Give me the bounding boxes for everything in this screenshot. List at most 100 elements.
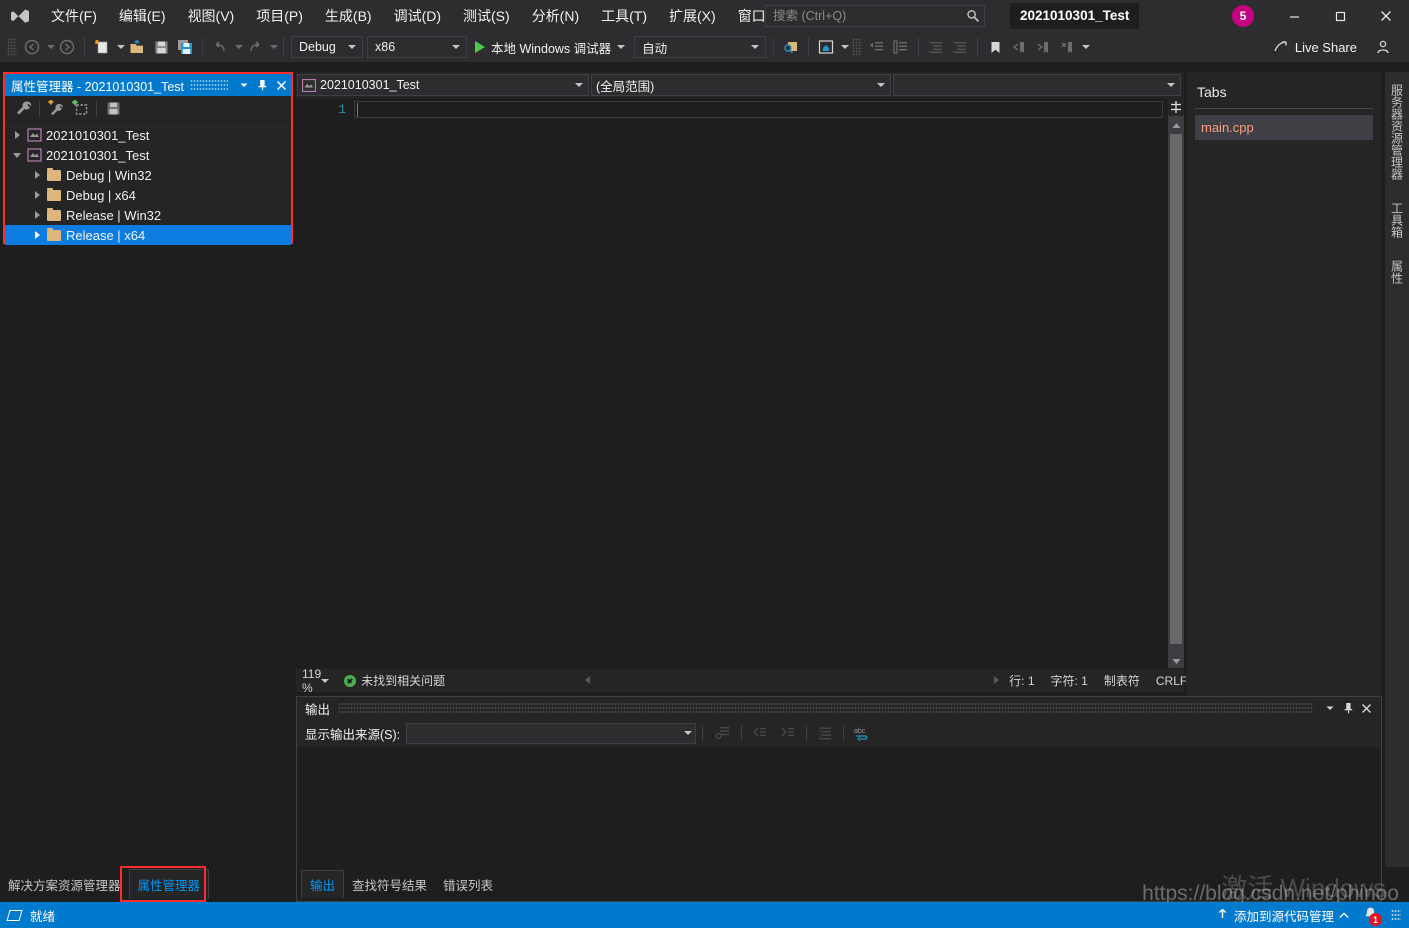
- split-view-icon[interactable]: [1168, 98, 1184, 116]
- redo-dropdown-icon[interactable]: [267, 36, 278, 58]
- save-icon[interactable]: [150, 36, 172, 58]
- add-new-property-sheet-icon[interactable]: [44, 98, 68, 120]
- start-debugging-button[interactable]: 本地 Windows 调试器: [473, 36, 632, 58]
- find-message-icon[interactable]: [712, 722, 734, 744]
- undo-dropdown-icon[interactable]: [232, 36, 243, 58]
- rail-tab-server-explorer[interactable]: 服务器资源管理器: [1386, 78, 1409, 186]
- chevron-right-icon[interactable]: [9, 131, 25, 139]
- chevron-up-icon[interactable]: [1339, 908, 1349, 922]
- output-source-combo[interactable]: [406, 722, 697, 744]
- menu-view[interactable]: 视图(V): [177, 0, 246, 32]
- notifications-button[interactable]: 1: [1359, 905, 1382, 926]
- decrease-indent-icon[interactable]: [925, 36, 947, 58]
- project-selector-combo[interactable]: 2021010301_Test: [297, 74, 589, 96]
- clear-all-icon[interactable]: [814, 722, 836, 744]
- chevron-down-icon[interactable]: [9, 152, 25, 158]
- member-selector-combo[interactable]: [893, 74, 1181, 96]
- editor-vertical-scrollbar[interactable]: [1168, 98, 1184, 668]
- tree-item-release-x64[interactable]: Release | x64: [5, 225, 291, 245]
- tree-item-debug-win32[interactable]: Debug | Win32: [5, 165, 291, 185]
- close-icon[interactable]: [272, 74, 291, 96]
- scope-selector-combo[interactable]: (全局范围): [591, 74, 891, 96]
- navigate-back-icon[interactable]: [21, 36, 43, 58]
- solution-configuration-combo[interactable]: Debug: [291, 36, 363, 58]
- home-icon[interactable]: [815, 36, 837, 58]
- find-in-files-icon[interactable]: [780, 36, 802, 58]
- send-feedback-icon[interactable]: [1372, 36, 1394, 58]
- window-dropdown-icon[interactable]: [234, 74, 253, 96]
- zoom-level-combo[interactable]: 119 %: [296, 667, 336, 695]
- next-bookmark-icon[interactable]: [1032, 36, 1054, 58]
- solution-platform-combo[interactable]: x86: [367, 36, 467, 58]
- navigate-forward-icon[interactable]: [56, 36, 78, 58]
- close-icon[interactable]: [1357, 697, 1375, 719]
- add-existing-property-sheet-icon[interactable]: [68, 98, 92, 120]
- uncomment-selection-icon[interactable]: [890, 36, 912, 58]
- pin-icon[interactable]: [1339, 697, 1357, 719]
- tree-item-debug-x64[interactable]: Debug | x64: [5, 185, 291, 205]
- menu-edit[interactable]: 编辑(E): [108, 0, 177, 32]
- tab-error-list[interactable]: 错误列表: [435, 871, 501, 898]
- comment-selection-icon[interactable]: [866, 36, 888, 58]
- search-input[interactable]: [773, 9, 966, 23]
- add-to-source-control-button[interactable]: 添加到源代码管理: [1216, 906, 1349, 925]
- tree-item-release-win32[interactable]: Release | Win32: [5, 205, 291, 225]
- new-file-dropdown-icon[interactable]: [114, 36, 125, 58]
- toolbar-overflow-icon[interactable]: [1079, 36, 1091, 58]
- clear-bookmarks-icon[interactable]: [1056, 36, 1078, 58]
- previous-issue-icon[interactable]: [583, 674, 592, 688]
- code-text-area[interactable]: [354, 98, 1168, 668]
- menu-analyze[interactable]: 分析(N): [521, 0, 590, 32]
- tab-find-symbol-results[interactable]: 查找符号结果: [344, 871, 435, 898]
- caret-char-indicator[interactable]: 字符: 1: [1043, 672, 1096, 689]
- scrollbar-thumb[interactable]: [1170, 134, 1182, 644]
- chevron-right-icon[interactable]: [29, 231, 45, 239]
- toolbar-grip[interactable]: [7, 38, 17, 56]
- maximize-icon[interactable]: [1317, 0, 1363, 32]
- tabs-list-item-main-cpp[interactable]: main.cpp: [1195, 115, 1373, 140]
- close-icon[interactable]: [1363, 0, 1409, 32]
- menu-project[interactable]: 项目(P): [245, 0, 314, 32]
- attach-target-combo[interactable]: 自动: [634, 36, 767, 58]
- window-dropdown-icon[interactable]: [1321, 697, 1339, 719]
- save-all-icon[interactable]: [174, 36, 196, 58]
- account-notification-badge[interactable]: 5: [1232, 5, 1254, 27]
- navigate-back-dropdown-icon[interactable]: [44, 36, 55, 58]
- save-icon[interactable]: [101, 98, 125, 120]
- quick-launch-search[interactable]: [765, 5, 985, 27]
- menu-extensions[interactable]: 扩展(X): [658, 0, 727, 32]
- resize-grip-icon[interactable]: [1391, 909, 1401, 921]
- tab-output[interactable]: 输出: [301, 870, 345, 898]
- next-issue-icon[interactable]: [992, 674, 1001, 688]
- new-file-icon[interactable]: [91, 36, 113, 58]
- increase-indent-icon[interactable]: [949, 36, 971, 58]
- indent-mode-indicator[interactable]: 制表符: [1096, 672, 1148, 689]
- menu-test[interactable]: 测试(S): [452, 0, 521, 32]
- tree-item-solution-collapsed[interactable]: 2021010301_Test: [5, 125, 291, 145]
- home-dropdown-icon[interactable]: [838, 36, 850, 58]
- go-to-next-message-icon[interactable]: [777, 722, 799, 744]
- scroll-up-icon[interactable]: [1168, 118, 1184, 132]
- live-share-button[interactable]: Live Share: [1273, 36, 1357, 58]
- toggle-word-wrap-icon[interactable]: abc: [851, 722, 873, 744]
- tree-item-project-expanded[interactable]: 2021010301_Test: [5, 145, 291, 165]
- redo-icon[interactable]: [244, 36, 266, 58]
- menu-file[interactable]: 文件(F): [40, 0, 108, 32]
- panel-grip[interactable]: [190, 79, 228, 91]
- rail-tab-properties[interactable]: 属性: [1386, 254, 1409, 290]
- go-to-previous-message-icon[interactable]: [749, 722, 771, 744]
- toggle-bookmark-icon[interactable]: [984, 36, 1006, 58]
- scroll-down-icon[interactable]: [1168, 654, 1184, 668]
- panel-grip[interactable]: [338, 702, 1313, 714]
- tab-property-manager[interactable]: 属性管理器: [128, 869, 210, 899]
- chevron-right-icon[interactable]: [29, 211, 45, 219]
- chevron-right-icon[interactable]: [29, 171, 45, 179]
- rail-tab-toolbox[interactable]: 工具箱: [1386, 196, 1409, 244]
- previous-bookmark-icon[interactable]: [1008, 36, 1030, 58]
- chevron-right-icon[interactable]: [29, 191, 45, 199]
- minimize-icon[interactable]: [1271, 0, 1317, 32]
- wrench-icon[interactable]: [11, 98, 35, 120]
- output-text-area[interactable]: [297, 747, 1381, 872]
- toolbar-grip[interactable]: [852, 38, 863, 56]
- undo-icon[interactable]: [209, 36, 231, 58]
